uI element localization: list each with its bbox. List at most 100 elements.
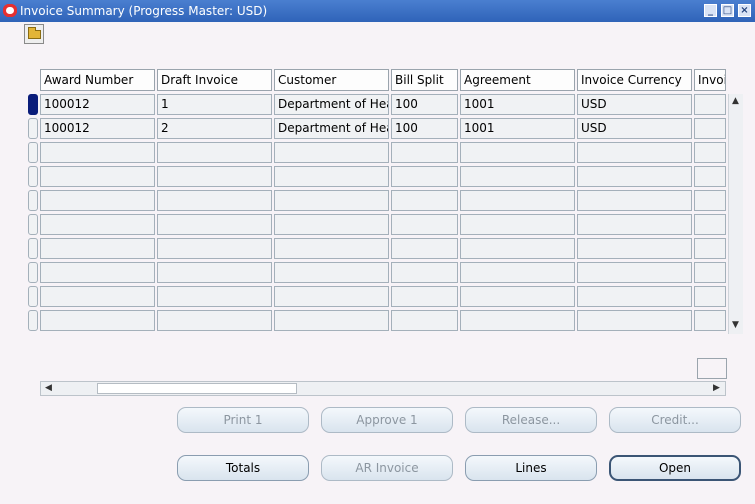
table-cell[interactable] (460, 190, 575, 211)
column-header[interactable]: Invoice Currency (577, 69, 692, 91)
table-cell[interactable] (391, 166, 458, 187)
table-cell[interactable] (694, 286, 726, 307)
lines-button[interactable]: Lines (465, 455, 597, 481)
table-cell[interactable] (694, 310, 726, 331)
maximize-icon[interactable]: □ (721, 4, 734, 17)
table-cell[interactable] (157, 142, 272, 163)
table-cell[interactable] (694, 166, 726, 187)
table-cell[interactable] (577, 166, 692, 187)
table-cell[interactable] (157, 190, 272, 211)
table-cell[interactable] (157, 238, 272, 259)
table-cell[interactable]: 1001 (460, 94, 575, 115)
table-cell[interactable] (391, 310, 458, 331)
table-cell[interactable] (391, 286, 458, 307)
table-cell[interactable] (577, 214, 692, 235)
table-cell[interactable] (274, 310, 389, 331)
row-selector[interactable] (28, 142, 38, 163)
table-cell[interactable] (40, 238, 155, 259)
scroll-up-icon[interactable]: ▲ (732, 96, 739, 106)
table-cell[interactable] (274, 166, 389, 187)
table-cell[interactable]: Department of Heal (274, 118, 389, 139)
empty-field[interactable] (697, 358, 727, 379)
table-cell[interactable]: 100 (391, 94, 458, 115)
row-selector[interactable] (28, 310, 38, 331)
table-cell[interactable] (694, 118, 726, 139)
table-cell[interactable] (460, 238, 575, 259)
totals-button[interactable]: Totals (177, 455, 309, 481)
table-cell[interactable]: 1 (157, 94, 272, 115)
row-selector[interactable] (28, 190, 38, 211)
table-cell[interactable] (157, 310, 272, 331)
table-cell[interactable] (577, 310, 692, 331)
close-icon[interactable]: × (738, 4, 751, 17)
table-cell[interactable] (157, 166, 272, 187)
scroll-right-icon[interactable]: ▶ (713, 383, 720, 393)
table-cell[interactable] (460, 286, 575, 307)
row-selector[interactable] (28, 238, 38, 259)
table-cell[interactable] (577, 142, 692, 163)
table-cell[interactable] (274, 262, 389, 283)
ar-invoice-button[interactable]: AR Invoice (321, 455, 453, 481)
table-cell[interactable] (694, 238, 726, 259)
table-cell[interactable] (460, 142, 575, 163)
column-header[interactable]: Bill Split (391, 69, 458, 91)
scroll-down-icon[interactable]: ▼ (732, 320, 739, 330)
table-cell[interactable] (40, 310, 155, 331)
table-cell[interactable] (274, 190, 389, 211)
table-cell[interactable] (157, 286, 272, 307)
print-button[interactable]: Print 1 (177, 407, 309, 433)
table-cell[interactable] (274, 142, 389, 163)
minimize-icon[interactable]: _ (704, 4, 717, 17)
table-cell[interactable]: 100012 (40, 118, 155, 139)
table-cell[interactable] (391, 238, 458, 259)
table-cell[interactable]: USD (577, 118, 692, 139)
approve-button[interactable]: Approve 1 (321, 407, 453, 433)
table-cell[interactable] (460, 310, 575, 331)
column-header[interactable]: Agreement (460, 69, 575, 91)
row-selector[interactable] (28, 166, 38, 187)
table-cell[interactable] (274, 286, 389, 307)
column-header[interactable]: Customer (274, 69, 389, 91)
table-cell[interactable] (577, 238, 692, 259)
table-cell[interactable] (40, 166, 155, 187)
credit-button[interactable]: Credit... (609, 407, 741, 433)
table-cell[interactable] (40, 214, 155, 235)
table-cell[interactable] (694, 214, 726, 235)
table-cell[interactable]: 100012 (40, 94, 155, 115)
table-cell[interactable] (157, 262, 272, 283)
column-header[interactable]: Award Number (40, 69, 155, 91)
table-cell[interactable] (694, 262, 726, 283)
table-cell[interactable] (40, 190, 155, 211)
row-selector[interactable] (28, 214, 38, 235)
horizontal-scrollbar[interactable]: ◀ ▶ (40, 381, 726, 396)
table-cell[interactable] (694, 94, 726, 115)
table-cell[interactable] (391, 190, 458, 211)
column-header[interactable]: Draft Invoice (157, 69, 272, 91)
row-selector[interactable] (28, 94, 38, 115)
row-selector[interactable] (28, 286, 38, 307)
table-cell[interactable] (577, 190, 692, 211)
row-selector[interactable] (28, 118, 38, 139)
table-cell[interactable] (40, 262, 155, 283)
table-cell[interactable]: USD (577, 94, 692, 115)
table-cell[interactable]: 1001 (460, 118, 575, 139)
table-cell[interactable] (460, 166, 575, 187)
table-cell[interactable] (40, 286, 155, 307)
table-cell[interactable] (157, 214, 272, 235)
open-folder-button[interactable] (24, 24, 44, 44)
open-button[interactable]: Open (609, 455, 741, 481)
table-cell[interactable] (40, 142, 155, 163)
scroll-left-icon[interactable]: ◀ (45, 383, 52, 393)
table-cell[interactable] (274, 238, 389, 259)
release-button[interactable]: Release... (465, 407, 597, 433)
table-cell[interactable] (577, 286, 692, 307)
table-cell[interactable] (460, 214, 575, 235)
table-cell[interactable] (460, 262, 575, 283)
row-selector[interactable] (28, 262, 38, 283)
table-cell[interactable] (694, 190, 726, 211)
scroll-thumb[interactable] (97, 383, 297, 394)
vertical-scrollbar[interactable]: ▲ ▼ (728, 94, 743, 334)
table-cell[interactable]: 100 (391, 118, 458, 139)
table-cell[interactable] (274, 214, 389, 235)
table-cell[interactable]: Department of Heal (274, 94, 389, 115)
